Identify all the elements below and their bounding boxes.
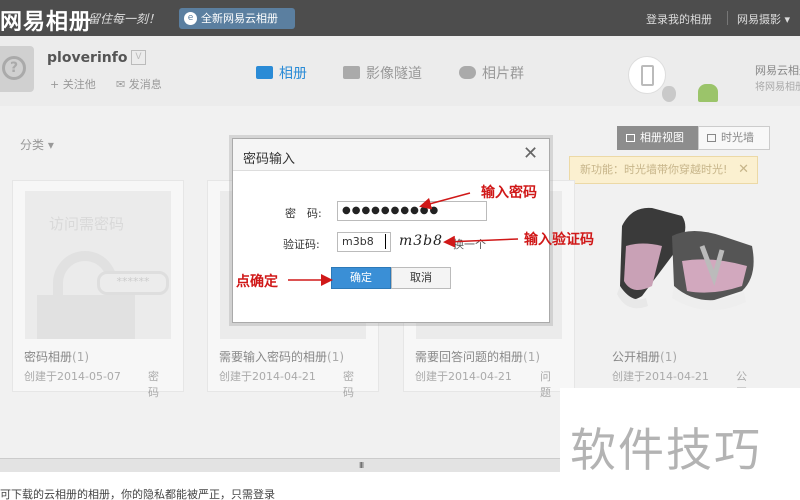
- text-cursor: [385, 234, 386, 249]
- lock-thumbnail[interactable]: 访问需密码 ******: [25, 191, 171, 339]
- sneaker-image: [617, 207, 754, 311]
- tab-photo-groups[interactable]: 相片群: [459, 63, 524, 83]
- annotation-enter-password: 输入密码: [481, 185, 537, 201]
- phone-icon: [641, 65, 654, 86]
- phone-circle: [628, 56, 666, 94]
- video-camera-icon: [343, 66, 360, 79]
- watermark-text: 软件技巧: [570, 423, 762, 477]
- feature-tooltip: 新功能：时光墙带你穿越时光! ✕: [569, 156, 758, 184]
- album-date: 创建于2014-05-07: [24, 370, 121, 383]
- avatar[interactable]: ?: [0, 46, 34, 92]
- album-tag: 密码: [148, 370, 159, 399]
- promo-title: 网易云相册: [755, 64, 800, 77]
- album-title[interactable]: 需要输入密码的相册(1): [219, 348, 344, 365]
- login-link[interactable]: 登录我的相册: [646, 11, 712, 27]
- captcha-label: 验证码:: [283, 238, 320, 251]
- password-bubble-icon: ******: [97, 271, 169, 295]
- tab-video-tunnel[interactable]: 影像隧道: [343, 63, 422, 83]
- album-title[interactable]: 需要回答问题的相册(1): [415, 348, 540, 365]
- close-icon[interactable]: ✕: [523, 144, 538, 164]
- dialog-header: 密码输入 ✕: [233, 139, 549, 171]
- tooltip-close-icon[interactable]: ✕: [738, 157, 749, 183]
- send-message-button[interactable]: ✉ 发消息: [116, 76, 162, 92]
- footer-text: 可下载的云相册的相册，你的隐私都能被严正，只需登录: [0, 488, 275, 500]
- album-title[interactable]: 密码相册(1): [24, 348, 89, 365]
- verified-badge: V: [131, 50, 146, 65]
- album-title[interactable]: 公开相册(1): [612, 348, 677, 365]
- site-slogan: 留住每一刻！: [88, 12, 161, 26]
- timeline-button[interactable]: 时光墙: [698, 126, 770, 150]
- tab-albums-label: 相册: [279, 66, 307, 82]
- annotation-click-confirm: 点确定: [236, 274, 278, 290]
- watermark: 软件技巧: [560, 388, 800, 500]
- album-view-button[interactable]: 相册视图: [617, 126, 698, 150]
- new-cloud-album-label: 全新网易云相册: [201, 12, 278, 25]
- cancel-button[interactable]: 取消: [391, 267, 451, 289]
- tab-video-tunnel-label: 影像隧道: [366, 66, 422, 82]
- lock-body-icon: [37, 295, 135, 339]
- annotation-enter-captcha: 输入验证码: [524, 232, 594, 248]
- promo-subtitle: 将网易相册: [755, 82, 800, 93]
- album-date: 创建于2014-04-21: [415, 370, 512, 383]
- netease-photo-menu[interactable]: 网易摄影 ▾: [737, 11, 790, 27]
- category-dropdown[interactable]: 分类 ▾: [20, 136, 54, 153]
- password-input[interactable]: ●●●●●●●●●●: [337, 201, 487, 221]
- lock-text: 访问需密码: [49, 215, 125, 233]
- scrollbar-grip-icon[interactable]: III: [359, 461, 364, 470]
- album-view-label: 相册视图: [640, 131, 684, 144]
- confirm-button[interactable]: 确定: [331, 267, 391, 289]
- album-date: 创建于2014-04-21: [219, 370, 316, 383]
- site-logo[interactable]: 网易相册: [0, 4, 92, 36]
- username[interactable]: ploverinfo: [47, 50, 127, 66]
- group-icon: [459, 66, 476, 79]
- captcha-image[interactable]: m3b8: [399, 233, 443, 249]
- tab-albums[interactable]: 相册: [256, 63, 307, 83]
- feature-tooltip-text: 新功能：时光墙带你穿越时光!: [580, 163, 728, 176]
- top-bar: 网易相册 留住每一刻！ e 全新网易云相册 登录我的相册 网易摄影 ▾: [0, 0, 800, 36]
- album-tag: 问题: [540, 370, 551, 399]
- album-tag: 密码: [343, 370, 354, 399]
- cloud-logo-icon: e: [184, 12, 197, 25]
- dialog-title: 密码输入: [243, 152, 296, 167]
- password-label: 密 码:: [285, 207, 322, 220]
- topbar-divider: [727, 11, 728, 25]
- profile-bar: ? ploverinfo V + 关注他 ✉ 发消息 相册 影像隧道 相片群 网…: [0, 36, 800, 106]
- grid-icon: [626, 134, 635, 142]
- picture-icon: [256, 66, 273, 79]
- tab-photo-groups-label: 相片群: [482, 66, 524, 82]
- new-cloud-album-button[interactable]: e 全新网易云相册: [179, 8, 295, 29]
- follow-button[interactable]: + 关注他: [50, 76, 96, 92]
- apple-icon: [662, 86, 676, 102]
- password-dialog: 密码输入 ✕ 密 码: ●●●●●●●●●● 验证码: m3b8 m3b8 换一…: [232, 138, 550, 323]
- refresh-captcha-link[interactable]: 换一个: [453, 236, 486, 252]
- mobile-app-promo[interactable]: 网易云相册 将网易相册: [628, 56, 800, 106]
- horizontal-scrollbar[interactable]: III: [0, 458, 560, 472]
- album-date: 创建于2014-04-21: [612, 370, 709, 383]
- captcha-input[interactable]: m3b8: [337, 232, 391, 252]
- sneaker-photo-thumbnail[interactable]: [612, 186, 758, 326]
- calendar-icon: [707, 134, 716, 142]
- timeline-label: 时光墙: [721, 131, 754, 144]
- question-avatar-icon: ?: [2, 56, 26, 80]
- android-icon: [698, 84, 718, 102]
